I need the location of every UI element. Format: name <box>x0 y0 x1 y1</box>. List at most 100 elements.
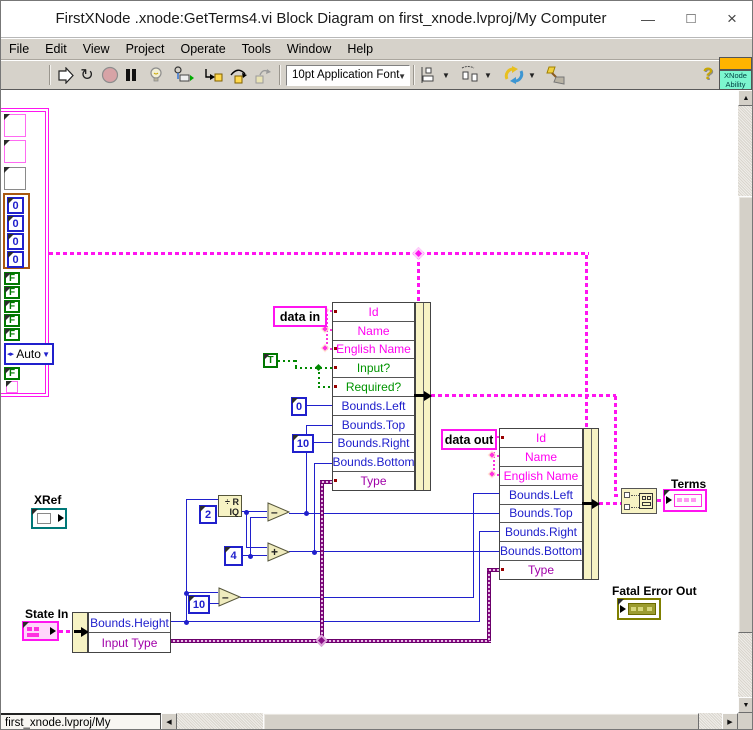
bundle-row[interactable]: Bounds.Left <box>333 397 414 416</box>
close-button[interactable]: × <box>719 7 745 31</box>
scroll-right-button[interactable]: ▶ <box>722 713 738 730</box>
wire-input-type[interactable] <box>171 639 491 643</box>
wire-height-minus[interactable] <box>240 597 473 598</box>
xref-terminal[interactable] <box>31 508 67 529</box>
bundle-row[interactable]: Id <box>333 303 414 322</box>
step-into-button[interactable] <box>202 64 226 86</box>
highlight-execution-button[interactable] <box>146 64 166 86</box>
bundle-row[interactable]: Bounds.Top <box>333 416 414 435</box>
bundle-row[interactable]: Bounds.Bottom <box>333 453 414 472</box>
wire-type1[interactable] <box>320 480 332 484</box>
wire-bundle1-out[interactable] <box>431 394 616 397</box>
wire-required[interactable] <box>318 386 332 388</box>
wire-type2[interactable] <box>487 568 491 641</box>
cleanup-diagram-button[interactable] <box>541 64 569 86</box>
scroll-thumb[interactable] <box>738 196 753 633</box>
numeric-constant[interactable]: 0 <box>7 251 24 268</box>
block-diagram-canvas[interactable]: 0 0 0 0 F F F F F ◂▸ Auto ▼ F <box>1 90 738 713</box>
xnode-ability-badge[interactable]: XNode Ability <box>719 70 752 90</box>
wire-junction-dot[interactable] <box>184 620 189 625</box>
wire-junction[interactable] <box>315 634 328 647</box>
retain-wire-values-button[interactable] <box>170 64 196 86</box>
scroll-track[interactable] <box>738 106 753 196</box>
unbundle-by-name-node[interactable]: Bounds.Height Input Type <box>88 612 171 653</box>
scroll-track[interactable] <box>738 633 753 697</box>
boolean-constant[interactable]: F <box>4 286 20 299</box>
scroll-left-button[interactable]: ◀ <box>161 713 177 730</box>
wire-cluster-main[interactable] <box>49 252 589 255</box>
wire-bounds-height[interactable] <box>171 621 479 622</box>
wire-four-out[interactable] <box>243 555 267 556</box>
menu-edit[interactable]: Edit <box>37 39 75 60</box>
two-constant[interactable]: 2 <box>199 505 217 524</box>
bundle-row[interactable]: Bounds.Bottom <box>500 542 582 561</box>
chevron-down-icon[interactable]: ▼ <box>42 350 50 359</box>
menu-window[interactable]: Window <box>279 39 339 60</box>
menu-project[interactable]: Project <box>118 39 173 60</box>
run-button[interactable] <box>56 64 76 86</box>
scroll-up-button[interactable]: ▲ <box>738 90 753 106</box>
boolean-constant[interactable]: F <box>4 300 20 313</box>
wire-junction-dot[interactable] <box>312 550 317 555</box>
unbundle-row[interactable]: Input Type <box>89 633 170 652</box>
quotient-remainder-node[interactable]: ÷ R IQ <box>218 495 242 517</box>
wire-type2[interactable] <box>487 568 499 572</box>
horizontal-scrollbar[interactable]: ◀ ▶ <box>161 713 738 730</box>
bundle-row[interactable]: Id <box>500 429 582 448</box>
run-continuous-button[interactable]: ↻ <box>77 64 97 86</box>
wire-cluster-to-bundle1[interactable] <box>417 255 420 302</box>
wire-junction[interactable] <box>412 247 425 260</box>
bundle-row[interactable]: English Name <box>500 467 582 486</box>
four-constant[interactable]: 4 <box>224 546 243 566</box>
menu-file[interactable]: File <box>1 39 37 60</box>
step-over-button[interactable] <box>227 64 251 86</box>
wire-to-qr[interactable] <box>186 499 218 500</box>
subtract-node[interactable]: – <box>218 587 242 612</box>
empty-constant[interactable] <box>4 167 26 190</box>
bundle-row[interactable]: English Name <box>333 341 414 360</box>
wire-junction[interactable] <box>315 364 322 371</box>
menu-view[interactable]: View <box>75 39 118 60</box>
wire-zero-out[interactable] <box>307 405 332 406</box>
maximize-button[interactable]: □ <box>678 7 704 31</box>
numeric-constant[interactable]: 0 <box>7 215 24 232</box>
wire-height-minus[interactable] <box>473 493 499 494</box>
wire-input[interactable] <box>295 367 332 369</box>
fatal-error-out-terminal[interactable] <box>617 598 661 620</box>
wire-state-in[interactable] <box>59 630 73 633</box>
scroll-track[interactable] <box>177 713 263 730</box>
wire-bounds-height[interactable] <box>479 531 499 532</box>
wire-junction-dot[interactable] <box>244 510 249 515</box>
wire-four-branch[interactable] <box>250 517 251 556</box>
align-objects-button[interactable]: ▼ <box>419 64 451 86</box>
wire-bounds-top-branch[interactable] <box>306 425 332 426</box>
wire-ten-right-out[interactable] <box>314 442 332 443</box>
terms-terminal[interactable] <box>663 489 707 512</box>
wire-bounds-height[interactable] <box>186 500 187 622</box>
string-constant-empty[interactable] <box>6 381 18 393</box>
data-in-label[interactable]: data in <box>273 306 327 327</box>
bundle-row[interactable]: Bounds.Left <box>500 486 582 505</box>
add-node[interactable]: + <box>267 542 291 567</box>
boolean-constant[interactable]: F <box>4 314 20 327</box>
bundle-row[interactable]: Bounds.Right <box>500 523 582 542</box>
string-constant-empty[interactable] <box>4 114 26 137</box>
wire-junction-dot[interactable] <box>248 554 253 559</box>
ten-constant[interactable]: 10 <box>188 595 210 614</box>
wire-bundle2-out[interactable] <box>599 502 623 505</box>
enum-constant[interactable]: ◂▸ Auto ▼ <box>4 343 54 365</box>
bundle-row[interactable]: Name <box>333 322 414 341</box>
boolean-constant[interactable]: F <box>4 328 20 341</box>
wire-cluster-to-bundle2[interactable] <box>585 255 588 428</box>
bundle-row[interactable]: Required? <box>333 378 414 397</box>
data-out-label[interactable]: data out <box>441 429 497 450</box>
boolean-constant[interactable]: F <box>4 272 20 285</box>
ten-constant[interactable]: 10 <box>292 434 314 453</box>
boolean-constant[interactable]: F <box>4 367 20 380</box>
wire-bounds-height[interactable] <box>479 532 480 622</box>
distribute-objects-button[interactable]: ▼ <box>459 64 493 86</box>
scroll-track[interactable] <box>699 713 722 730</box>
scroll-thumb[interactable] <box>263 713 699 730</box>
menu-help[interactable]: Help <box>339 39 381 60</box>
minimize-button[interactable]: — <box>635 7 661 31</box>
